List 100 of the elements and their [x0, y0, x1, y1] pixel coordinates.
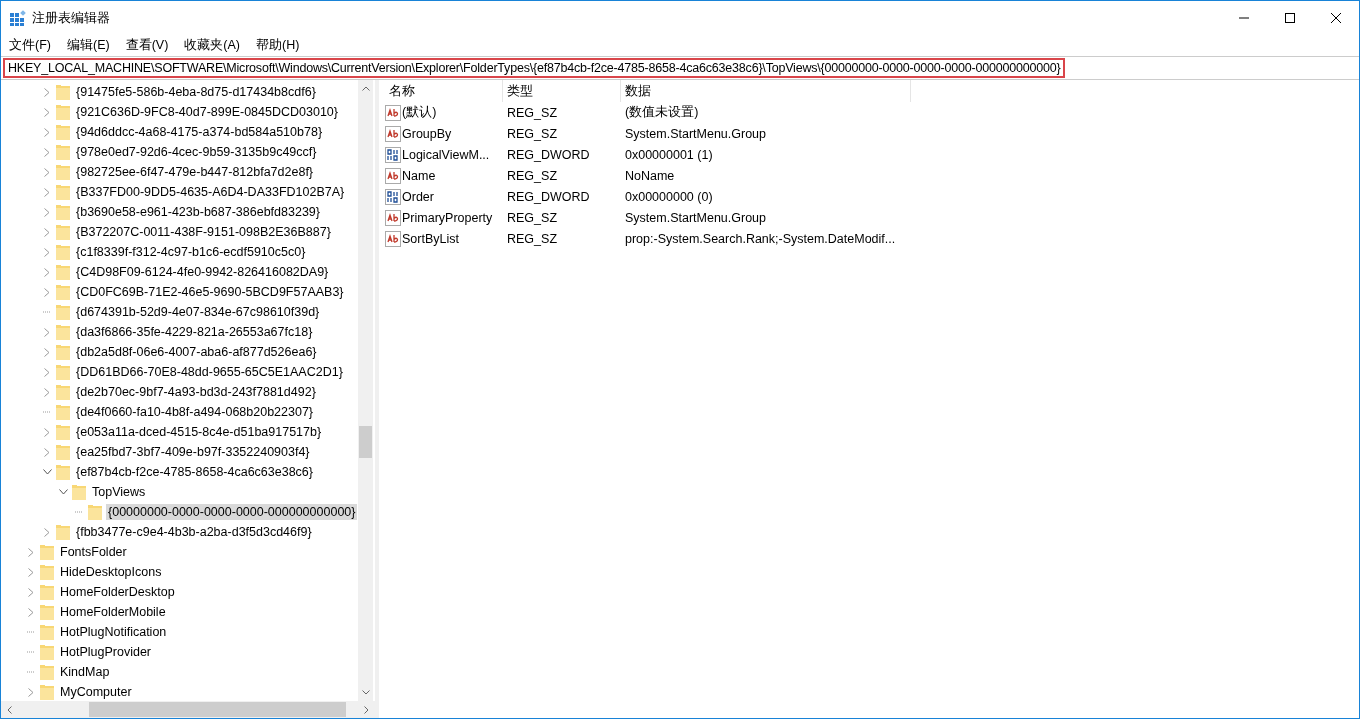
tree-item[interactable]: {c1f8339f-f312-4c97-b1c6-ecdf5910c5c0}	[74, 244, 308, 260]
expand-chevron-icon[interactable]	[44, 367, 50, 377]
value-data: System.StartMenu.Group	[624, 126, 768, 141]
menu-item[interactable]: 帮助(H)	[256, 36, 300, 54]
registry-icon	[10, 10, 26, 26]
tree-item[interactable]: HomeFolderMobile	[58, 604, 168, 620]
expand-chevron-icon[interactable]	[44, 287, 50, 297]
tree-item[interactable]: HideDesktopIcons	[58, 564, 164, 580]
folder-icon	[40, 584, 54, 600]
string-value-icon	[385, 104, 401, 121]
expand-chevron-icon[interactable]	[44, 87, 50, 97]
expand-chevron-icon[interactable]	[28, 567, 34, 577]
expand-chevron-icon[interactable]	[44, 447, 50, 457]
tree-item[interactable]: {ef87b4cb-f2ce-4785-8658-4ca6c63e38c6}	[74, 464, 315, 480]
value-name[interactable]: PrimaryProperty	[402, 210, 493, 225]
tree-item[interactable]: HotPlugNotification	[58, 624, 169, 640]
tree-item[interactable]: {ea25fbd7-3bf7-409e-b97f-3352240903f4}	[74, 444, 312, 460]
folder-icon	[56, 364, 70, 380]
expand-chevron-icon[interactable]	[28, 687, 34, 697]
tree-item[interactable]: FontsFolder	[58, 544, 129, 560]
tree-item[interactable]: HotPlugProvider	[58, 644, 153, 660]
expand-chevron-icon[interactable]	[44, 327, 50, 337]
expand-chevron-icon[interactable]	[44, 187, 50, 197]
menu-item[interactable]: 收藏夹(A)	[184, 36, 240, 54]
scrollbar-thumb[interactable]	[359, 426, 372, 459]
expand-chevron-icon[interactable]	[44, 147, 50, 157]
tree-item[interactable]: {B337FD00-9DD5-4635-A6D4-DA33FD102B7A}	[74, 184, 347, 200]
scrollbar-thumb[interactable]	[89, 702, 347, 717]
scroll-right-icon[interactable]	[364, 705, 369, 714]
value-name[interactable]: LogicalViewM...	[402, 147, 490, 162]
tree-item[interactable]: {fbb3477e-c9e4-4b3b-a2ba-d3f5d3cd46f9}	[74, 524, 314, 540]
menu-item[interactable]: 编辑(E)	[66, 36, 110, 54]
maximize-icon	[1285, 13, 1295, 23]
folder-icon	[40, 644, 54, 660]
expand-chevron-icon[interactable]	[44, 527, 50, 537]
value-type: REG_SZ	[506, 105, 558, 120]
tree-item[interactable]: {d674391b-52d9-4e07-834e-67c98610f39d}	[74, 304, 322, 320]
folder-icon	[56, 324, 70, 340]
folder-icon	[40, 684, 54, 700]
tree-item[interactable]: {de4f0660-fa10-4b8f-a494-068b20b22307}	[74, 404, 316, 420]
value-name[interactable]: SortByList	[402, 231, 459, 246]
value-data: System.StartMenu.Group	[624, 210, 768, 225]
folder-icon	[72, 484, 86, 500]
tree-item[interactable]: {e053a11a-dced-4515-8c4e-d51ba917517b}	[74, 424, 324, 440]
tree-item[interactable]: {978e0ed7-92d6-4cec-9b59-3135b9c49ccf}	[74, 144, 319, 160]
tree-item[interactable]: {da3f6866-35fe-4229-821a-26553a67fc18}	[74, 324, 315, 340]
scroll-left-icon[interactable]	[7, 705, 12, 714]
folder-icon	[40, 564, 54, 580]
vertical-scrollbar[interactable]	[358, 80, 373, 701]
expand-chevron-icon[interactable]	[44, 107, 50, 117]
address-field[interactable]: HKEY_LOCAL_MACHINE\SOFTWARE\Microsoft\Windows\CurrentVersion\Explorer\FolderTypes\{ef87b4cb-f2ce-4785-8658-4ca6c63e38c6}\TopViews\{00000000-0000-0000-0000-000000000000}	[1, 56, 1359, 80]
tree-item[interactable]: {db2a5d8f-06e6-4007-aba6-af877d526ea6}	[74, 344, 319, 360]
menu-item[interactable]: 文件(F)	[9, 36, 51, 54]
expand-chevron-icon[interactable]	[28, 607, 34, 617]
expand-chevron-icon[interactable]	[44, 167, 50, 177]
value-name[interactable]: (默认)	[402, 104, 437, 121]
expand-chevron-icon[interactable]	[44, 247, 50, 257]
scroll-down-icon[interactable]	[361, 690, 370, 695]
tree-item[interactable]: {921C636D-9FC8-40d7-899E-0845DCD03010}	[74, 104, 340, 120]
tree-item[interactable]: {94d6ddcc-4a68-4175-a374-bd584a510b78}	[74, 124, 325, 140]
folder-icon	[56, 144, 70, 160]
expand-chevron-icon[interactable]	[44, 267, 50, 277]
horizontal-scrollbar[interactable]	[1, 701, 375, 718]
value-name[interactable]: GroupBy	[402, 126, 452, 141]
tree-item[interactable]: {91475fe5-586b-4eba-8d75-d17434b8cdf6}	[74, 84, 318, 100]
value-data: prop:-System.Search.Rank;-System.DateModif...	[624, 231, 897, 246]
collapse-chevron-icon[interactable]	[58, 489, 68, 495]
menu-item[interactable]: 查看(V)	[125, 36, 169, 54]
column-header[interactable]: 数据	[621, 80, 911, 102]
tree-item[interactable]: {CD0FC69B-71E2-46e5-9690-5BCD9F57AAB3}	[74, 284, 346, 300]
expand-chevron-icon[interactable]	[28, 587, 34, 597]
expand-chevron-icon[interactable]	[44, 347, 50, 357]
value-data: NoName	[624, 168, 676, 183]
tree-item[interactable]: KindMap	[58, 664, 112, 680]
expand-chevron-icon[interactable]	[44, 427, 50, 437]
tree-item[interactable]: HomeFolderDesktop	[58, 584, 177, 600]
folder-icon	[56, 84, 70, 100]
expand-chevron-icon[interactable]	[28, 547, 34, 557]
expand-chevron-icon[interactable]	[44, 207, 50, 217]
value-data: 0x00000000 (0)	[624, 189, 714, 204]
string-value-icon	[385, 167, 401, 184]
tree-item[interactable]: {982725ee-6f47-479e-b447-812bfa7d2e8f}	[74, 164, 316, 180]
tree-item[interactable]: {C4D98F09-6124-4fe0-9942-826416082DA9}	[74, 264, 331, 280]
tree-item[interactable]: {de2b70ec-9bf7-4a93-bd3d-243f7881d492}	[74, 384, 318, 400]
column-header[interactable]: 类型	[503, 80, 621, 102]
tree-item[interactable]: {DD61BD66-70E8-48dd-9655-65C5E1AAC2D1}	[74, 364, 345, 380]
column-header[interactable]: 名称	[385, 80, 503, 102]
expand-chevron-icon[interactable]	[44, 127, 50, 137]
tree-item[interactable]: {00000000-0000-0000-0000-000000000000}	[106, 504, 358, 520]
tree-item[interactable]: TopViews	[90, 484, 148, 500]
expand-chevron-icon[interactable]	[44, 387, 50, 397]
collapse-chevron-icon[interactable]	[42, 469, 52, 475]
expand-chevron-icon[interactable]	[44, 227, 50, 237]
scroll-up-icon[interactable]	[361, 86, 370, 91]
tree-item[interactable]: {B372207C-0011-438F-9151-098B2E36B887}	[74, 224, 333, 240]
value-name[interactable]: Name	[402, 168, 436, 183]
value-name[interactable]: Order	[402, 189, 434, 204]
tree-item[interactable]: {b3690e58-e961-423b-b687-386ebfd83239}	[74, 204, 322, 220]
folder-icon	[56, 424, 70, 440]
tree-item[interactable]: MyComputer	[58, 684, 134, 700]
